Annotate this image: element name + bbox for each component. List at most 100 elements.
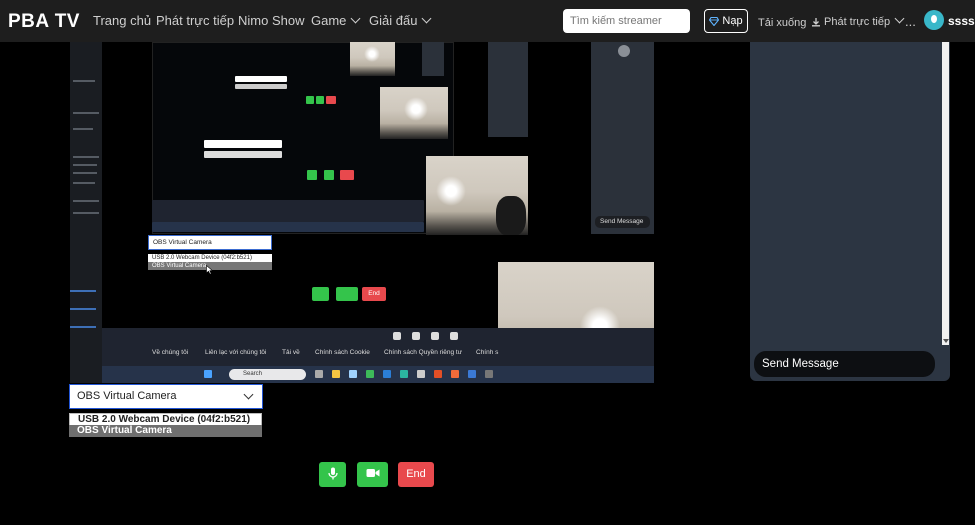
scroll-down-arrow-icon[interactable] <box>943 339 949 343</box>
nested-end-button <box>326 96 336 104</box>
taskbar-app-icon <box>451 370 459 378</box>
nav-menu-game-label: Game <box>311 13 347 28</box>
diamond-icon <box>709 16 720 26</box>
nested-footer <box>102 328 654 366</box>
nested-footer <box>152 200 424 222</box>
nested-video-button <box>336 287 358 301</box>
nested-chat-panel <box>422 42 444 76</box>
code-line <box>73 200 99 202</box>
code-line <box>73 172 97 174</box>
streamer-search-input[interactable] <box>563 9 690 33</box>
taskbar-app-icon <box>468 370 476 378</box>
nav-menu-game[interactable]: Game <box>311 13 361 28</box>
topup-label: Nạp <box>722 15 743 27</box>
username[interactable]: sssss <box>948 14 975 28</box>
nav-link-home[interactable]: Trang chủ <box>93 13 151 28</box>
cable-shadow <box>496 196 526 235</box>
send-message-input[interactable] <box>754 351 935 377</box>
nested-video-button <box>316 96 324 104</box>
nested-mic-button <box>307 170 317 180</box>
avatar[interactable] <box>924 10 944 30</box>
code-line <box>70 308 96 310</box>
nested-camera-select <box>204 140 282 148</box>
nested-camera-option <box>204 151 282 158</box>
chevron-down-icon <box>243 389 254 400</box>
footer-link: Về chúng tôi <box>152 349 189 356</box>
code-line <box>73 80 95 82</box>
taskbar-app-icon <box>417 370 425 378</box>
edge-icon <box>400 370 408 378</box>
download-link[interactable]: Tải xuống <box>758 16 821 29</box>
nested-webcam-view <box>426 156 528 235</box>
nested-taskbar <box>152 222 424 232</box>
nav-link-live[interactable]: Phát trực tiếp <box>156 13 234 28</box>
chevron-down-icon <box>894 13 905 24</box>
chrome-icon <box>434 370 442 378</box>
topup-button[interactable]: Nạp <box>704 9 748 33</box>
nested-mic-button <box>306 96 314 104</box>
chevron-down-icon <box>421 13 432 24</box>
nested-gift-icon <box>618 45 630 57</box>
nested-camera-select <box>235 76 287 82</box>
microphone-icon <box>327 467 338 480</box>
top-navbar: PBA TV Trang chủ Phát trực tiếp Nimo Sho… <box>0 0 975 42</box>
brand-logo[interactable]: PBA TV <box>8 11 80 33</box>
nested-end-button <box>340 170 354 180</box>
camera-option-obs[interactable]: OBS Virtual Camera <box>69 425 262 437</box>
taskbar-app-icon <box>315 370 323 378</box>
camera-select[interactable]: OBS Virtual Camera <box>69 384 263 409</box>
nested-chat-panel <box>488 42 528 137</box>
taskbar-search: Search <box>229 369 306 380</box>
facebook-icon <box>393 332 401 340</box>
code-line <box>73 128 93 130</box>
camera-option-usb[interactable]: USB 2.0 Webcam Device (04f2:b521) <box>69 413 262 425</box>
mouse-cursor-icon <box>206 265 214 275</box>
camera-select-value: OBS Virtual Camera <box>77 390 177 402</box>
nav-menu-tournament[interactable]: Giải đấu <box>369 13 432 28</box>
windows-start-icon <box>204 370 212 378</box>
vscode-icon <box>383 370 391 378</box>
taskbar-app-icon <box>366 370 374 378</box>
chat-panel <box>750 42 950 381</box>
nested-taskbar <box>102 366 654 383</box>
code-line <box>70 326 96 328</box>
go-live-label: Phát trực tiếp <box>824 16 891 28</box>
chat-scrollbar[interactable] <box>942 42 949 345</box>
code-line <box>73 212 99 214</box>
download-icon <box>812 18 821 27</box>
footer-link: Tải về <box>282 349 300 356</box>
nested-webcam-view <box>380 87 448 139</box>
video-camera-icon <box>366 469 379 477</box>
go-live-menu[interactable]: Phát trực tiếp <box>824 13 905 28</box>
light-glare <box>364 46 380 62</box>
taskbar-app-icon <box>485 370 493 378</box>
code-line <box>73 164 97 166</box>
nested-camera-option: USB 2.0 Webcam Device (04f2:b521) <box>148 254 272 262</box>
nested-send-message: Send Message <box>595 216 650 228</box>
nav-link-nimo-show[interactable]: Nimo Show <box>238 13 304 28</box>
footer-link: Liên lạc với chúng tôi <box>205 349 267 356</box>
more-menu[interactable]: ... <box>905 14 916 29</box>
video-toggle-button[interactable] <box>357 462 388 487</box>
nested-mic-button <box>312 287 329 301</box>
download-label: Tải xuống <box>758 17 807 29</box>
nested-webcam-view <box>350 42 395 76</box>
code-line <box>73 182 95 184</box>
instagram-icon <box>431 332 439 340</box>
nested-camera-option <box>235 84 287 89</box>
footer-link: Chính s <box>476 349 499 356</box>
end-call-button[interactable]: End <box>398 462 434 487</box>
code-line <box>73 112 99 114</box>
nav-menu-tournament-label: Giải đấu <box>369 13 418 28</box>
youtube-icon <box>450 332 458 340</box>
code-line <box>73 156 99 158</box>
chevron-down-icon <box>350 13 361 24</box>
light-glare <box>436 176 466 206</box>
code-line <box>70 290 96 292</box>
light-glare <box>404 97 428 121</box>
nested-camera-select: OBS Virtual Camera <box>148 235 272 250</box>
twitter-icon <box>412 332 420 340</box>
taskbar-app-icon <box>349 370 357 378</box>
mic-toggle-button[interactable] <box>319 462 346 487</box>
nested-video-button <box>324 170 334 180</box>
